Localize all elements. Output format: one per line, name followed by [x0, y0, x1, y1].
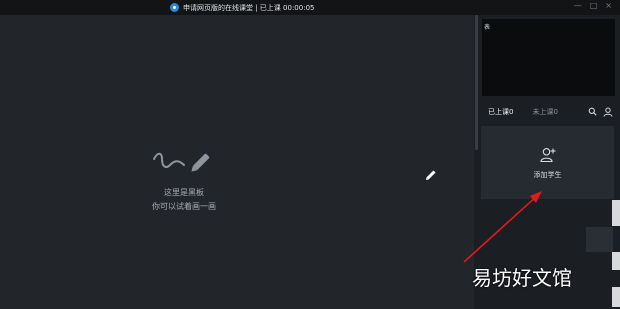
tab-not-attended[interactable]: 未上课0: [532, 107, 557, 117]
annotation-arrow: [463, 191, 542, 263]
student-tabs: 已上课0 未上课0: [488, 107, 558, 117]
minimize-icon[interactable]: —: [574, 1, 582, 13]
window-title-text: 申请网页版的在线课堂 | 已上课 00:00:05: [183, 3, 315, 12]
watermark-text: 易坊好文馆: [472, 266, 572, 290]
window-controls: — □ ×: [574, 1, 612, 13]
add-user-icon: [540, 148, 556, 163]
scribble-pen-icon: [153, 152, 210, 172]
teacher-video: [482, 19, 615, 96]
close-icon[interactable]: ×: [605, 1, 612, 13]
maximize-icon[interactable]: □: [590, 1, 598, 13]
panel-scrollbar-segment[interactable]: [612, 287, 620, 307]
user-icon[interactable]: [603, 107, 613, 117]
tab-attended[interactable]: 已上课0: [488, 107, 513, 117]
app-logo-icon: [170, 3, 179, 12]
search-icon[interactable]: [588, 107, 597, 116]
panel-scrollbar-segment[interactable]: [612, 252, 620, 270]
whiteboard-hint-subtitle: 你可以试着画一画: [152, 202, 216, 211]
panel-list-item: [586, 227, 613, 252]
whiteboard[interactable]: [0, 15, 474, 309]
add-student-label: 添加学生: [533, 171, 562, 179]
video-label: 表: [484, 24, 491, 31]
pen-cursor-icon[interactable]: [424, 168, 438, 182]
window-title: 申请网页版的在线课堂 | 已上课 00:00:05: [170, 2, 314, 13]
whiteboard-hint-title: 这里是黑板: [164, 188, 204, 197]
panel-scrollbar-segment[interactable]: [612, 200, 620, 226]
